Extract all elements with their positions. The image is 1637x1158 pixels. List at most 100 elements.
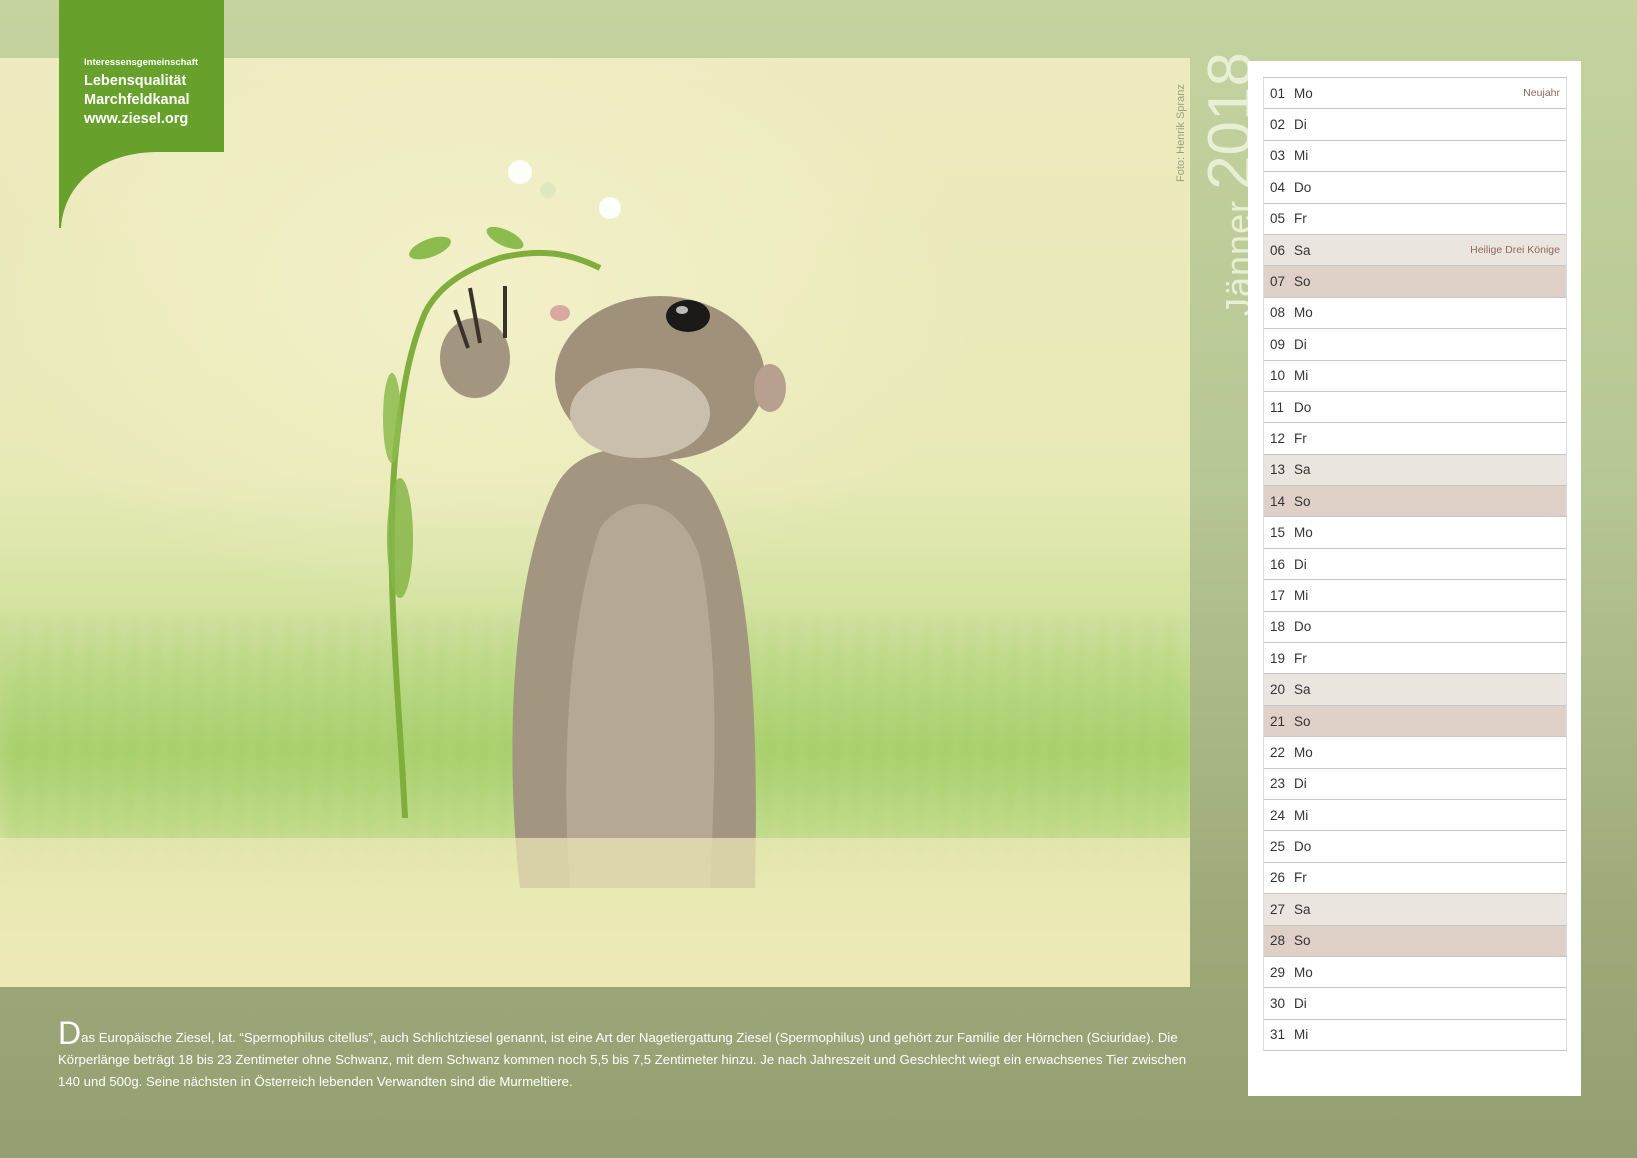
day-weekday: Fr	[1294, 650, 1307, 666]
calendar-day-row: 13 Sa	[1263, 454, 1567, 487]
calendar-day-row: 08 Mo	[1263, 297, 1567, 330]
day-weekday: Mo	[1294, 305, 1313, 321]
description-text: Das Europäische Ziesel, lat. “Spermophil…	[58, 1017, 1198, 1093]
day-weekday: So	[1294, 713, 1311, 729]
day-weekday: Di	[1294, 996, 1307, 1012]
day-number: 11	[1270, 399, 1285, 415]
logo-line-1: Interessensgemeinschaft	[84, 57, 199, 68]
description-body: as Europäische Ziesel, lat. “Spermophilu…	[58, 1030, 1187, 1089]
day-number: 04	[1270, 179, 1286, 195]
day-number: 03	[1270, 148, 1286, 164]
day-number: 28	[1270, 933, 1286, 949]
calendar-day-row: 18 Do	[1263, 611, 1567, 644]
calendar-day-row: 28 So	[1263, 925, 1567, 957]
day-weekday: Fr	[1294, 430, 1307, 446]
calendar-day-row: 21 So	[1263, 705, 1567, 738]
holiday-label: Neujahr	[1523, 87, 1560, 100]
day-weekday: Mo	[1294, 85, 1313, 101]
day-number: 06	[1270, 242, 1286, 258]
day-number: 18	[1270, 619, 1286, 635]
day-weekday: Do	[1294, 179, 1312, 195]
calendar-day-row: 04 Do	[1263, 172, 1567, 204]
day-number: 14	[1270, 493, 1286, 509]
day-number: 12	[1270, 430, 1286, 446]
day-weekday: Fr	[1294, 870, 1307, 886]
day-weekday: Do	[1294, 839, 1312, 855]
day-weekday: Mi	[1294, 148, 1309, 164]
day-weekday: Sa	[1294, 901, 1311, 917]
calendar-day-row: 05 Fr	[1263, 203, 1567, 235]
photo-credit: Foto: Henrik Spranz	[1175, 84, 1187, 182]
day-number: 22	[1270, 744, 1286, 760]
calendar-day-row: 03 Mi	[1263, 140, 1567, 173]
day-weekday: Sa	[1294, 242, 1311, 258]
day-number: 01	[1270, 85, 1286, 101]
day-number: 21	[1270, 713, 1286, 729]
day-weekday: Di	[1294, 556, 1307, 572]
calendar-day-row: 29 Mo	[1263, 956, 1567, 989]
logo-line-2: Lebensqualität	[84, 73, 187, 89]
calendar-day-row: 20 Sa	[1263, 674, 1567, 706]
logo-website[interactable]: www.ziesel.org	[84, 110, 198, 129]
calendar-day-row: 27 Sa	[1263, 894, 1567, 926]
day-weekday: Fr	[1294, 211, 1307, 227]
calendar-day-row: 17 Mi	[1263, 580, 1567, 612]
calendar-day-row: 24 Mi	[1263, 799, 1567, 832]
day-number: 08	[1270, 305, 1286, 321]
calendar-day-row: 22 Mo	[1263, 737, 1567, 769]
day-weekday: Di	[1294, 336, 1307, 352]
day-number: 30	[1270, 996, 1286, 1012]
day-weekday: Do	[1294, 619, 1312, 635]
calendar-day-row: 16 Di	[1263, 548, 1567, 581]
day-weekday: Do	[1294, 399, 1312, 415]
calendar-day-row: 25 Do	[1263, 831, 1567, 863]
day-number: 29	[1270, 964, 1286, 980]
day-number: 31	[1270, 1027, 1286, 1043]
calendar-day-row: 02 Di	[1263, 109, 1567, 141]
day-weekday: Mi	[1294, 587, 1309, 603]
calendar-day-row: 30 Di	[1263, 988, 1567, 1020]
calendar-day-row: 23 Di	[1263, 768, 1567, 800]
dropcap-letter: D	[58, 1015, 82, 1051]
calendar-panel: 01 Mo Neujahr 02 Di 03 Mi 04 Do 05 Fr 06 Sa Heilige D…	[1248, 61, 1581, 1096]
day-number: 27	[1270, 901, 1286, 917]
day-weekday: Sa	[1294, 462, 1311, 478]
day-weekday: Mi	[1294, 368, 1309, 384]
day-weekday: Sa	[1294, 682, 1311, 698]
calendar-day-row: 06 Sa Heilige Drei Könige	[1263, 234, 1567, 267]
day-number: 07	[1270, 274, 1286, 290]
day-number: 09	[1270, 336, 1286, 352]
day-weekday: Mi	[1294, 1027, 1309, 1043]
day-weekday: Di	[1294, 117, 1307, 133]
day-weekday: Mo	[1294, 964, 1313, 980]
holiday-label: Heilige Drei Könige	[1470, 244, 1560, 257]
day-weekday: Mo	[1294, 525, 1313, 541]
day-number: 10	[1270, 368, 1286, 384]
day-number: 05	[1270, 211, 1286, 227]
calendar-day-row: 07 So	[1263, 266, 1567, 298]
calendar-day-row: 11 Do	[1263, 391, 1567, 424]
day-number: 02	[1270, 117, 1286, 133]
calendar-day-row: 12 Fr	[1263, 423, 1567, 455]
day-number: 26	[1270, 870, 1286, 886]
day-weekday: So	[1294, 493, 1311, 509]
day-number: 20	[1270, 682, 1286, 698]
calendar-day-row: 31 Mi	[1263, 1019, 1567, 1052]
calendar-day-row: 19 Fr	[1263, 643, 1567, 675]
calendar-day-row: 14 So	[1263, 486, 1567, 518]
day-number: 25	[1270, 839, 1286, 855]
calendar-day-row: 15 Mo	[1263, 517, 1567, 549]
day-number: 13	[1270, 462, 1286, 478]
calendar-days-list: 01 Mo Neujahr 02 Di 03 Mi 04 Do 05 Fr 06 Sa Heilige D…	[1263, 77, 1567, 1052]
logo-line-3: Marchfeldkanal	[84, 92, 190, 108]
day-weekday: So	[1294, 274, 1311, 290]
calendar-day-row: 09 Di	[1263, 329, 1567, 361]
day-number: 23	[1270, 776, 1286, 792]
day-number: 24	[1270, 807, 1286, 823]
day-number: 19	[1270, 650, 1286, 666]
leaf	[387, 478, 413, 598]
flower	[508, 160, 532, 184]
day-number: 15	[1270, 525, 1286, 541]
squirrel-eye	[666, 300, 710, 332]
organization-logo: Interessensgemeinschaft Lebensqualität M…	[59, 0, 224, 228]
